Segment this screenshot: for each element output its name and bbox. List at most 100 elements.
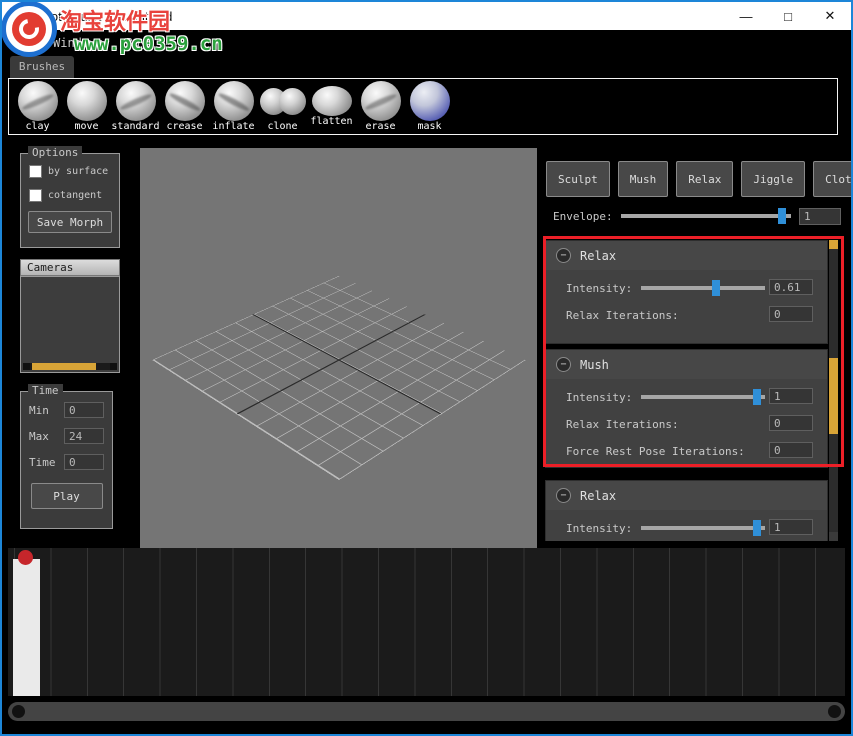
time-groupbox: Time Min 0 Max 24 Time 0 Play [20,391,113,529]
min-row: Min 0 [29,402,112,418]
collapse-icon[interactable]: − [556,488,571,503]
scroll-down-button[interactable] [829,532,838,541]
brush-inflate[interactable]: inflate [209,80,258,133]
options-title: Options [28,146,82,159]
minimize-button[interactable]: — [725,2,767,30]
save-morph-button[interactable]: Save Morph [28,211,112,233]
mush-section: − Mush Intensity: 1 Relax Iterations: 0 [545,349,828,468]
cotangent-checkbox[interactable] [29,189,42,202]
relax-iterations-row: Relax Iterations: 0 [546,411,827,438]
mush-section-header[interactable]: − Mush [546,350,827,379]
intensity-row: Intensity: 0.61 [546,275,827,302]
crease-brush-icon [165,81,205,121]
scroll-right-button[interactable] [110,363,117,370]
intensity-slider[interactable] [641,520,765,536]
tab-brushes[interactable]: Brushes [10,56,74,78]
collapse-icon[interactable]: − [556,357,571,372]
intensity-field[interactable]: 0.61 [769,279,813,295]
by-surface-checkbox[interactable] [29,165,42,178]
window-title: Shot Sculpt 1.0: untitled [35,9,172,24]
by-surface-row: by surface [29,165,119,178]
brush-label: standard [111,121,160,132]
sections-vscrollbar[interactable] [829,240,838,541]
envelope-row: Envelope: 1 [553,206,841,226]
brush-erase[interactable]: erase [356,80,405,133]
time-field[interactable]: 0 [64,454,104,470]
intensity-slider[interactable] [641,389,765,405]
intensity-slider-handle[interactable] [712,280,720,296]
maximize-button[interactable]: □ [767,2,809,30]
force-rest-pose-field[interactable]: 0 [769,442,813,458]
intensity-row: Intensity: 1 [546,515,827,541]
min-field[interactable]: 0 [64,402,104,418]
min-label: Min [29,404,59,417]
brush-clay[interactable]: clay [13,80,62,133]
intensity-row: Intensity: 1 [546,384,827,411]
brush-mask[interactable]: mask [405,80,454,133]
relax-iterations-field[interactable]: 0 [769,415,813,431]
force-rest-pose-row: Force Rest Pose Iterations: 0 [546,438,827,465]
max-label: Max [29,430,59,443]
ground-grid [152,276,525,480]
envelope-slider[interactable] [621,208,791,224]
move-brush-icon [67,81,107,121]
envelope-field[interactable]: 1 [799,208,841,225]
timeline-hscrollbar[interactable] [8,702,845,721]
relax-section-header[interactable]: − Relax [546,241,827,270]
envelope-slider-handle[interactable] [778,208,786,224]
mask-brush-icon [410,81,450,121]
tab-cloth[interactable]: Cloth [813,161,853,197]
flatten-brush-icon [312,86,352,116]
cameras-list[interactable] [20,276,120,373]
brush-crease[interactable]: crease [160,80,209,133]
hscroll-left-handle[interactable] [12,705,25,718]
section-title: Mush [580,358,609,372]
hscroll-right-handle[interactable] [828,705,841,718]
brush-clone[interactable]: clone [258,80,307,133]
brush-label: erase [356,121,405,132]
scroll-up-button[interactable] [829,240,838,249]
tab-mush[interactable]: Mush [618,161,669,197]
relax-iterations-label: Relax Iterations: [566,418,679,431]
vscroll-thumb[interactable] [829,358,838,434]
intensity-slider[interactable] [641,280,765,296]
tab-relax[interactable]: Relax [676,161,733,197]
brush-standard[interactable]: standard [111,80,160,133]
cameras-hscroll-thumb[interactable] [32,363,96,370]
intensity-field[interactable]: 1 [769,519,813,535]
cameras-header[interactable]: Cameras [20,259,120,276]
menu-buy[interactable]: Buy [115,33,159,53]
play-button[interactable]: Play [31,483,103,509]
section-title: Relax [580,249,616,263]
options-groupbox: Options by surface cotangent Save Morph [20,153,120,248]
brush-label: move [62,121,111,132]
tab-jiggle[interactable]: Jiggle [741,161,805,197]
viewport-3d[interactable] [140,148,537,548]
cotangent-label: cotangent [48,190,102,201]
tab-sculpt[interactable]: Sculpt [546,161,610,197]
brush-label: clay [13,121,62,132]
intensity-field[interactable]: 1 [769,388,813,404]
scroll-left-button[interactable] [23,363,30,370]
current-frame-column[interactable] [13,559,40,696]
brush-move[interactable]: move [62,80,111,133]
relax-section-header[interactable]: − Relax [546,481,827,510]
max-field[interactable]: 24 [64,428,104,444]
brush-label: crease [160,121,209,132]
intensity-label: Intensity: [566,282,632,295]
close-button[interactable]: ✕ [809,2,851,30]
relax-iterations-field[interactable]: 0 [769,306,813,322]
slider-groove [641,526,765,530]
brush-flatten[interactable]: flatten [307,80,356,133]
brush-label: flatten [307,116,356,127]
intensity-slider-handle[interactable] [753,389,761,405]
collapse-icon[interactable]: − [556,248,571,263]
relax-iterations-label: Relax Iterations: [566,309,679,322]
intensity-slider-handle[interactable] [753,520,761,536]
brush-label: mask [405,121,454,132]
playhead-dot[interactable] [18,550,33,565]
menu-windows[interactable]: Windows [42,33,115,53]
timeline[interactable] [8,548,845,696]
intensity-label: Intensity: [566,391,632,404]
cameras-hscrollbar[interactable] [23,363,117,370]
